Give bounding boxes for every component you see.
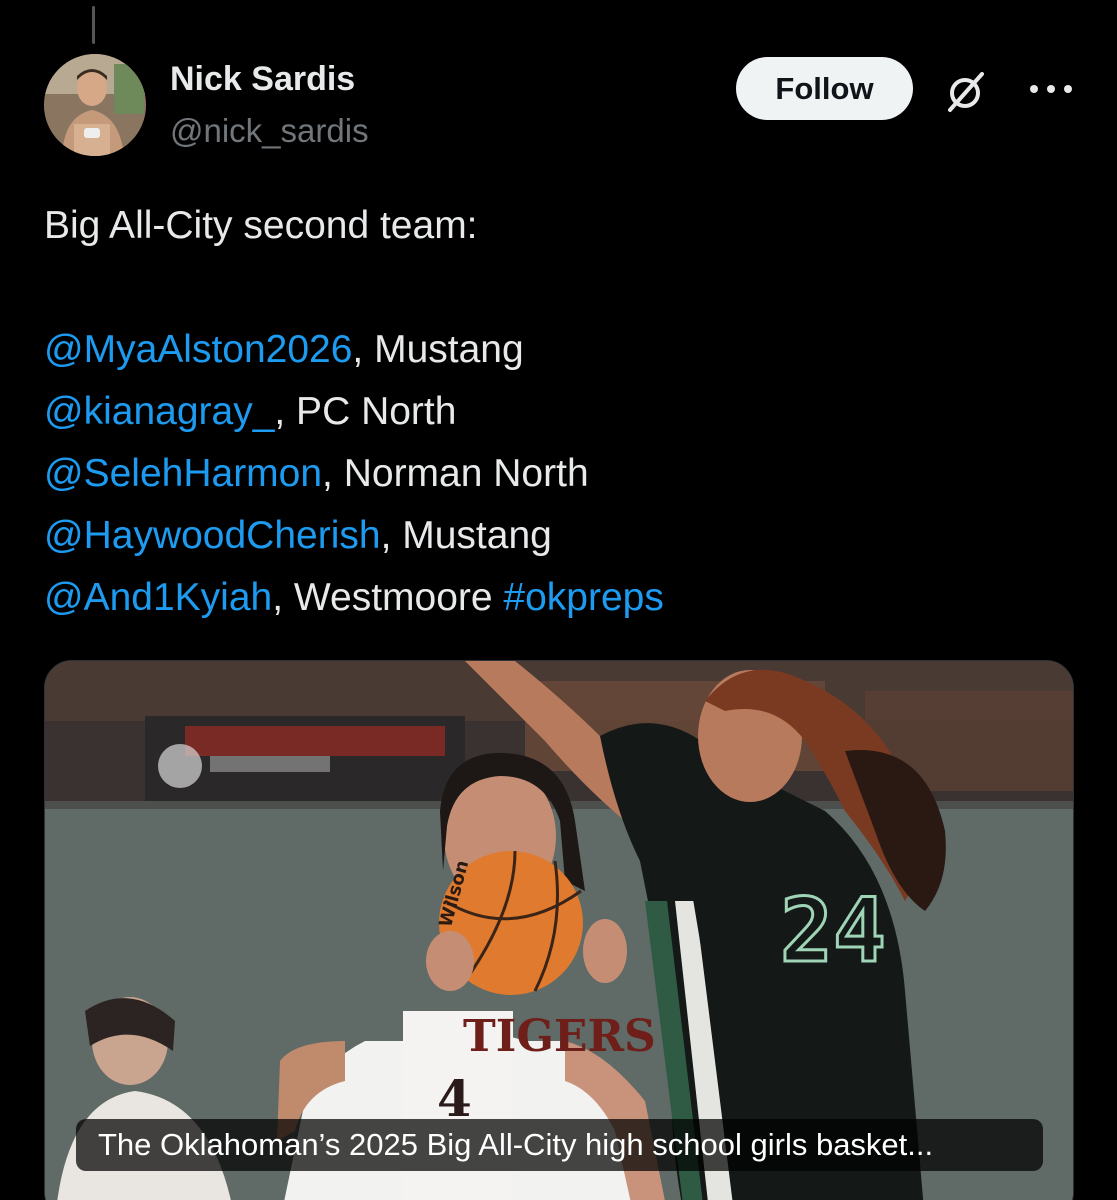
link-card-media[interactable]: TIGERS 4 Wilson 24 The Oklahoman’s 2025 … (44, 660, 1074, 1200)
dot (1047, 85, 1055, 93)
mention-link[interactable]: @kianagray_ (44, 390, 274, 433)
mention-link[interactable]: @HaywoodCherish (44, 514, 381, 557)
grok-icon[interactable] (942, 68, 990, 116)
more-options-icon[interactable] (1030, 78, 1072, 100)
thread-connector-line (92, 6, 95, 44)
right-jersey-number: 24 (780, 879, 886, 982)
school-text: , Mustang (380, 514, 552, 557)
left-jersey-text: TIGERS (463, 1011, 656, 1062)
tweet-intro: Big All-City second team: (44, 204, 478, 247)
mention-link[interactable]: @And1Kyiah (44, 576, 272, 619)
school-text: , PC North (274, 390, 457, 433)
dot (1030, 85, 1038, 93)
profile-photo-icon (44, 54, 146, 156)
team-line: @HaywoodCherish, Mustang (44, 505, 1084, 567)
follow-button[interactable]: Follow (736, 57, 913, 120)
hashtag-link[interactable]: #okpreps (503, 576, 663, 619)
tweet-text: Big All-City second team: @MyaAlston2026… (44, 195, 1084, 629)
tweet-page: Nick Sardis @nick_sardis Follow Big All-… (0, 0, 1117, 1200)
team-line: @And1Kyiah, Westmoore #okpreps (44, 567, 1084, 629)
mention-link[interactable]: @MyaAlston2026 (44, 328, 352, 371)
team-line: @kianagray_, PC North (44, 381, 1084, 443)
author-display-name[interactable]: Nick Sardis (170, 60, 355, 99)
author-handle[interactable]: @nick_sardis (170, 112, 369, 150)
school-text: , Westmoore (272, 576, 504, 619)
author-avatar[interactable] (44, 54, 146, 156)
mention-link[interactable]: @SelehHarmon (44, 452, 322, 495)
school-text: , Norman North (322, 452, 589, 495)
team-line: @MyaAlston2026, Mustang (44, 319, 1084, 381)
dot (1064, 85, 1072, 93)
school-text: , Mustang (352, 328, 524, 371)
team-line: @SelehHarmon, Norman North (44, 443, 1084, 505)
link-card-caption: The Oklahoman’s 2025 Big All-City high s… (76, 1119, 1043, 1171)
